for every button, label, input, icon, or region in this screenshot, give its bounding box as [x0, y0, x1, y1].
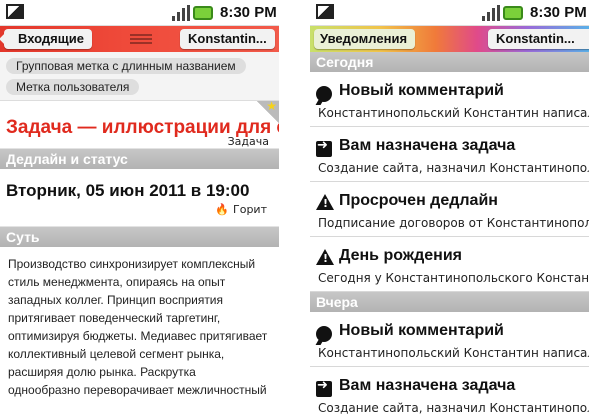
user-button[interactable]: Konstantin... — [180, 29, 275, 49]
battery-icon — [193, 6, 213, 20]
task-screen: 8:30 PM Входящие Konstantin... Групповая… — [0, 0, 279, 418]
status-bar: 8:30 PM — [310, 0, 589, 26]
notifications-screen: 8:30 PM Уведомления Konstantin... Сегодн… — [310, 0, 589, 418]
notification-title: Новый комментарий — [339, 82, 504, 99]
comment-icon — [316, 86, 332, 102]
task-header: Задача — иллюстрации для сайта Задача — [0, 99, 279, 149]
signal-icon — [172, 5, 190, 21]
comment-icon — [316, 326, 332, 342]
tag-list: Групповая метка с длинным названием Метк… — [0, 52, 279, 101]
status-time: 8:30 PM — [220, 4, 277, 21]
notification-text: Создание сайта, назначил Константинополь… — [318, 401, 589, 415]
tag-group[interactable]: Групповая метка с длинным названием — [6, 58, 246, 74]
back-button-label: Входящие — [18, 31, 84, 46]
user-button[interactable]: Konstantin... — [488, 29, 589, 49]
notifications-button[interactable]: Уведомления — [314, 29, 416, 49]
warning-icon — [316, 249, 334, 265]
notification-item[interactable]: Новый комментарий Константинопольский Ко… — [310, 312, 589, 367]
deadline-date: Вторник, 05 июн 2011 в 19:00 — [6, 181, 250, 200]
fire-icon: 🔥 — [215, 203, 230, 216]
action-bar: Входящие Konstantin... — [0, 26, 279, 52]
deadline-block: Вторник, 05 июн 2011 в 19:00 🔥 Горит — [0, 169, 279, 227]
notification-text: Константинопольский Константин написал в… — [318, 346, 589, 360]
notification-text: Константинопольский Константин написал в… — [318, 106, 589, 120]
status-bar: 8:30 PM — [0, 0, 279, 26]
signal-icon — [482, 5, 500, 21]
notification-text: Подписание договоров от Константинопольс… — [318, 216, 589, 230]
battery-icon — [503, 6, 523, 20]
arrow-icon — [316, 138, 332, 157]
status-badge: 🔥 Горит — [215, 203, 267, 216]
action-bar: Уведомления Konstantin... — [310, 26, 589, 52]
notification-item[interactable]: Вам назначена задача Создание сайта, наз… — [310, 367, 589, 418]
tag-user[interactable]: Метка пользователя — [6, 79, 140, 95]
arrow-icon — [316, 378, 332, 397]
menu-handle-icon[interactable] — [130, 34, 152, 44]
notification-icon — [6, 4, 24, 19]
notification-item[interactable]: День рождения Сегодня у Константинопольс… — [310, 237, 589, 292]
notification-text: Сегодня у Константинопольского Константи… — [318, 271, 589, 285]
notification-item[interactable]: Просрочен дедлайн Подписание договоров о… — [310, 182, 589, 237]
group-header-yesterday: Вчера — [310, 292, 589, 312]
notification-item[interactable]: Новый комментарий Константинопольский Ко… — [310, 72, 589, 127]
notification-title: Вам назначена задача — [339, 137, 516, 154]
task-type: Задача — [227, 135, 269, 148]
task-description: Производство синхронизирует комплексный … — [8, 257, 268, 402]
notification-title: Вам назначена задача — [339, 377, 516, 394]
notification-title: Новый комментарий — [339, 322, 504, 339]
back-button[interactable]: Входящие — [4, 29, 92, 49]
section-deadline-header: Дедлайн и статус — [0, 149, 279, 169]
status-label: Горит — [233, 203, 267, 216]
notification-title: День рождения — [339, 247, 463, 264]
status-time: 8:30 PM — [530, 4, 587, 21]
section-essence-header: Суть — [0, 227, 279, 247]
notification-title: Просрочен дедлайн — [339, 192, 498, 209]
warning-icon — [316, 194, 334, 210]
group-header-today: Сегодня — [310, 52, 589, 72]
notification-icon — [316, 4, 334, 19]
notification-item[interactable]: Вам назначена задача Создание сайта, наз… — [310, 127, 589, 182]
notification-text: Создание сайта, назначил Константинополь… — [318, 161, 589, 175]
